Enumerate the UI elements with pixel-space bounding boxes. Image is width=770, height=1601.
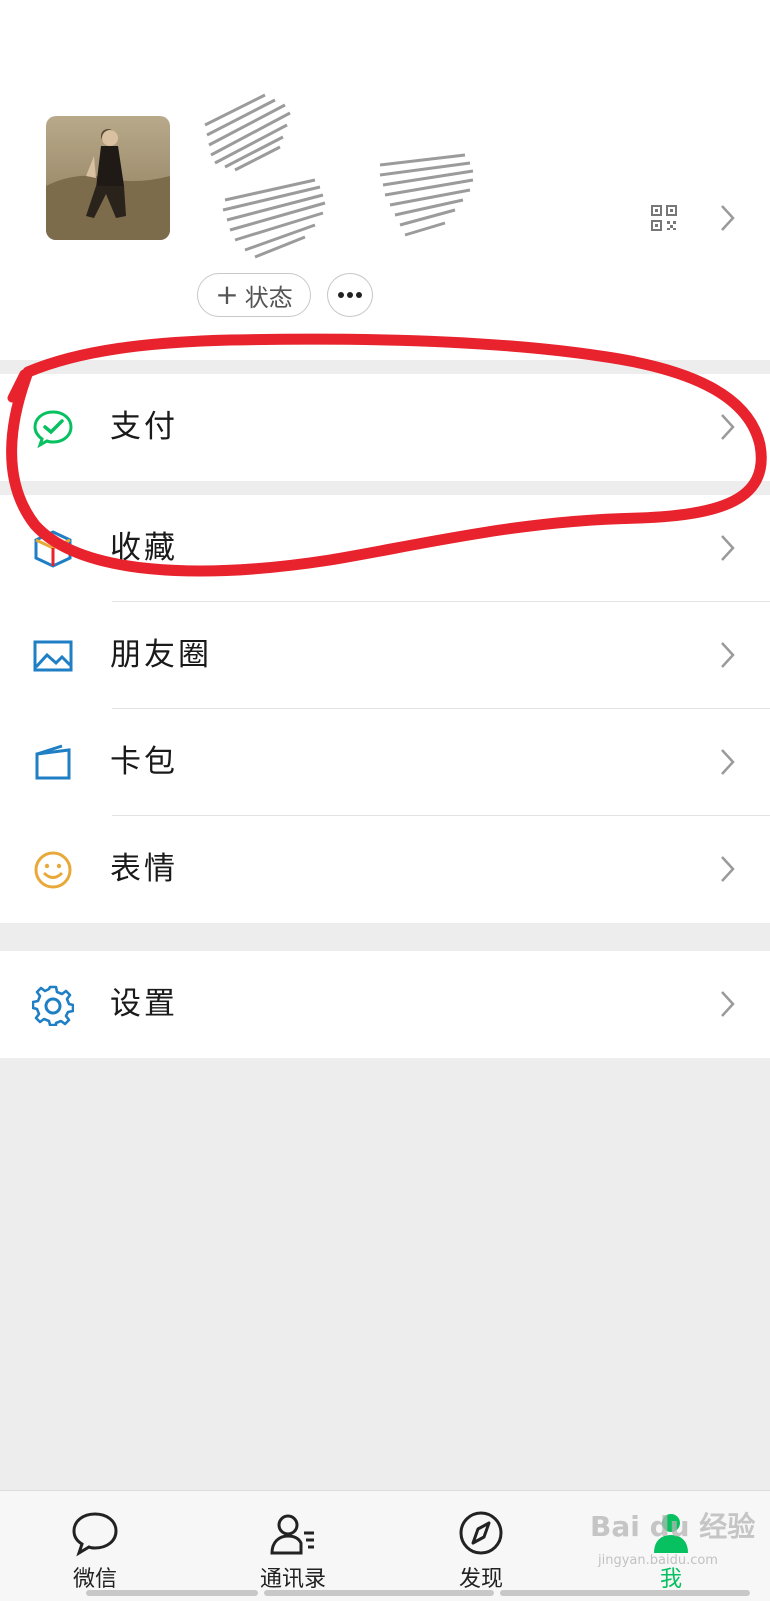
menu-group-settings: 设置 (0, 951, 770, 1058)
add-status-label: 状态 (244, 283, 293, 312)
tab-contacts[interactable]: 通讯录 (238, 1491, 348, 1601)
menu-item-pay[interactable]: 支付 (0, 374, 770, 481)
wechat-pay-icon (33, 410, 73, 449)
moments-image-icon (33, 640, 73, 672)
profile-header: + 状态 (0, 0, 770, 360)
more-button[interactable] (327, 273, 373, 317)
menu-item-cards[interactable]: 卡包 (0, 709, 770, 816)
chevron-right-icon (721, 535, 735, 561)
scroll-indicator (0, 1590, 770, 1596)
menu-item-favorites[interactable]: 收藏 (0, 495, 770, 602)
more-dots-icon (338, 292, 362, 298)
tab-label: 微信 (72, 1567, 117, 1592)
favorites-cube-icon (34, 530, 72, 568)
avatar[interactable] (46, 116, 170, 240)
chevron-right-icon (721, 749, 735, 775)
menu-item-moments[interactable]: 朋友圈 (0, 602, 770, 709)
chevron-right-icon (721, 856, 735, 882)
add-status-button[interactable]: + 状态 (197, 273, 311, 317)
tab-label: 发现 (458, 1567, 503, 1592)
gear-icon (32, 985, 74, 1026)
menu-item-label: 收藏 (110, 530, 178, 566)
smiley-icon (34, 851, 72, 889)
menu-item-label: 支付 (110, 409, 178, 445)
menu-item-label: 卡包 (110, 744, 178, 780)
chat-bubble-icon (72, 1512, 118, 1557)
menu-item-label: 朋友圈 (110, 637, 212, 673)
menu-item-label: 表情 (110, 851, 178, 887)
menu-group-pay: 支付 (0, 374, 770, 481)
qr-code-icon[interactable] (650, 204, 678, 232)
menu-group-main: 收藏 朋友圈 卡包 表情 (0, 495, 770, 923)
tab-discover[interactable]: 发现 (426, 1491, 536, 1601)
menu-item-settings[interactable]: 设置 (0, 951, 770, 1058)
compass-icon (459, 1511, 503, 1555)
chevron-right-icon (721, 642, 735, 668)
menu-item-label: 设置 (110, 986, 178, 1022)
baidu-watermark-site: jingyan.baidu.com (598, 1553, 718, 1568)
tab-label: 通讯录 (259, 1567, 326, 1592)
redacted-name-scribble (204, 93, 474, 259)
card-wallet-icon (35, 744, 71, 780)
menu-item-stickers[interactable]: 表情 (0, 816, 770, 923)
plus-icon: + (215, 278, 239, 311)
contacts-icon (270, 1514, 314, 1555)
chevron-right-icon (721, 991, 735, 1017)
tab-chats[interactable]: 微信 (40, 1491, 150, 1601)
chevron-right-icon[interactable] (718, 203, 738, 233)
baidu-watermark: Bai du 经验 (590, 1510, 756, 1543)
chevron-right-icon (721, 414, 735, 440)
